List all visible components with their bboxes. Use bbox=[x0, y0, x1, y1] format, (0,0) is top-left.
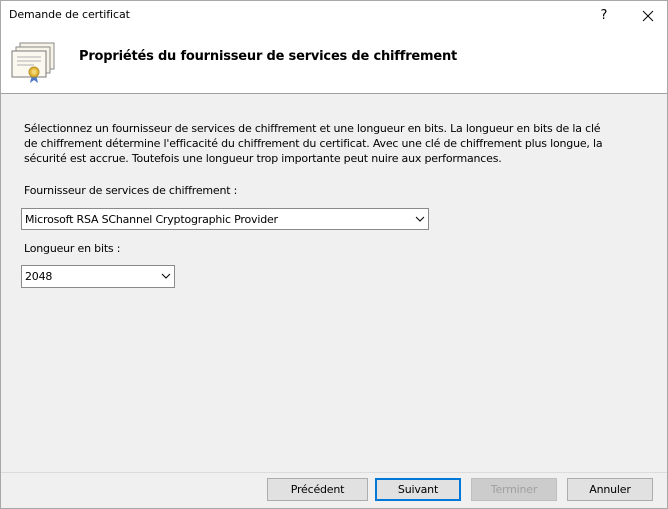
chevron-down-icon bbox=[415, 216, 425, 222]
close-icon bbox=[642, 10, 654, 22]
certificate-request-dialog: Demande de certificat ? Propriétés du fo… bbox=[0, 0, 668, 509]
wizard-header: Propriétés du fournisseur de services de… bbox=[1, 31, 667, 93]
bits-value: 2048 bbox=[25, 270, 53, 283]
bits-select[interactable]: 2048 bbox=[21, 265, 175, 288]
provider-select[interactable]: Microsoft RSA SChannel Cryptographic Pro… bbox=[21, 208, 429, 230]
wizard-content: Sélectionnez un fournisseur de services … bbox=[1, 94, 667, 472]
finish-button[interactable]: Terminer bbox=[471, 478, 557, 501]
help-button[interactable]: ? bbox=[591, 3, 617, 29]
page-title: Propriétés du fournisseur de services de… bbox=[79, 49, 458, 64]
provider-value: Microsoft RSA SChannel Cryptographic Pro… bbox=[25, 213, 278, 226]
chevron-down-icon bbox=[161, 273, 171, 279]
certificates-icon bbox=[8, 41, 58, 85]
wizard-footer: Précédent Suivant Terminer Annuler bbox=[1, 472, 667, 508]
cancel-button[interactable]: Annuler bbox=[567, 478, 653, 501]
window-title: Demande de certificat bbox=[9, 8, 130, 21]
next-button[interactable]: Suivant bbox=[375, 478, 461, 501]
close-button[interactable] bbox=[634, 3, 662, 29]
description-text: Sélectionnez un fournisseur de services … bbox=[24, 122, 603, 165]
title-bar: Demande de certificat ? bbox=[1, 1, 667, 31]
provider-label: Fournisseur de services de chiffrement : bbox=[24, 184, 238, 197]
bits-label: Longueur en bits : bbox=[24, 242, 121, 255]
previous-button[interactable]: Précédent bbox=[267, 478, 368, 501]
